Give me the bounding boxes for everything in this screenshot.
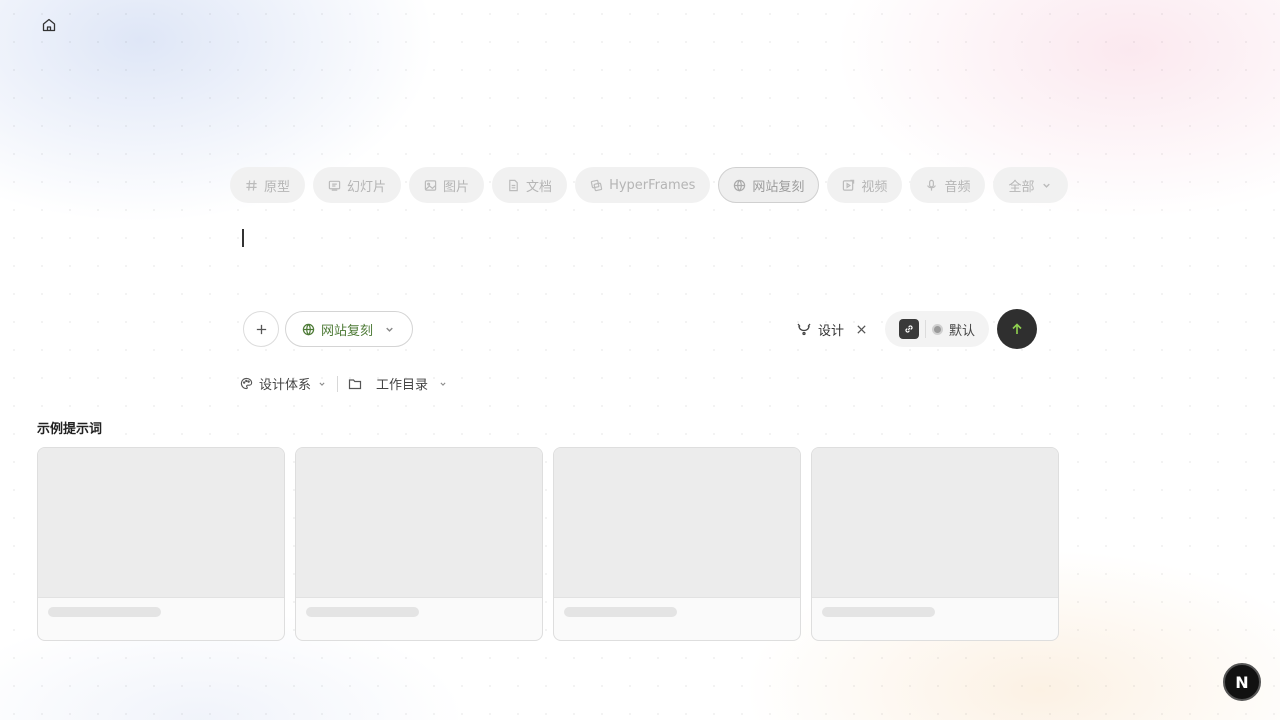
mode-select-button[interactable]: 网站复刻 <box>285 311 414 347</box>
card-text-placeholder <box>822 607 935 617</box>
chip-label: 音频 <box>944 179 971 195</box>
chevron-down-icon <box>1043 183 1051 188</box>
card-text-placeholder <box>564 607 677 617</box>
composer-toolbar-left: 网站复刻 <box>243 311 414 347</box>
chip-label: 幻灯片 <box>347 179 387 195</box>
image-icon <box>424 179 437 191</box>
composer-meta-row: 设计体系 工作目录 <box>240 374 448 393</box>
plus-icon <box>256 324 266 334</box>
example-card[interactable] <box>295 447 543 641</box>
link-badge <box>898 319 919 339</box>
arrow-up-icon <box>1012 323 1022 334</box>
chip-hyperframes[interactable]: HyperFrames <box>575 167 711 203</box>
model-status-dot <box>931 323 943 335</box>
palette-icon <box>240 377 253 390</box>
composer-toolbar-right: 设计 默认 <box>796 309 1037 349</box>
floating-n-button[interactable]: N <box>1223 663 1261 701</box>
card-text-placeholder <box>306 607 419 617</box>
card-thumbnail-placeholder <box>38 448 284 598</box>
card-thumbnail-placeholder <box>812 448 1058 598</box>
example-card[interactable] <box>811 447 1059 641</box>
chevron-down-icon <box>440 382 446 386</box>
chip-video[interactable]: 视频 <box>827 167 903 203</box>
design-system-label: 设计体系 <box>259 378 312 393</box>
globe-icon <box>734 179 746 191</box>
chip-audio[interactable]: 音频 <box>910 167 986 203</box>
workdir-label: 工作目录 <box>376 378 429 393</box>
close-icon <box>857 324 866 334</box>
chip-website-clone[interactable]: 网站复刻 <box>718 167 820 203</box>
add-attachment-button[interactable] <box>243 311 279 347</box>
mode-label: 网站复刻 <box>321 323 374 339</box>
example-card[interactable] <box>37 447 285 641</box>
chip-label: 原型 <box>264 179 291 195</box>
link-icon <box>905 325 913 333</box>
divider <box>337 375 339 392</box>
chip-document[interactable]: 文档 <box>492 167 568 203</box>
card-text-placeholder <box>48 607 161 617</box>
chip-label: 全部 <box>1008 179 1035 195</box>
mic-icon <box>927 179 937 191</box>
examples-title: 示例提示词 <box>37 422 103 437</box>
design-icon <box>797 323 811 336</box>
example-card[interactable] <box>553 447 801 641</box>
chip-label: 文档 <box>526 179 553 195</box>
chevron-down-icon <box>319 382 325 386</box>
remove-design-button[interactable] <box>856 324 867 335</box>
chevron-down-icon <box>386 327 393 332</box>
home-button[interactable] <box>38 14 60 36</box>
home-icon <box>42 18 56 32</box>
video-icon <box>843 179 855 191</box>
folder-icon <box>348 378 362 389</box>
category-chips: 原型 幻灯片 图片 文档 HyperFrames 网站复刻 视频 音频 全部 <box>230 167 1069 203</box>
divider <box>924 320 926 338</box>
globe-icon <box>302 323 315 335</box>
hyperframes-icon <box>590 179 603 191</box>
design-label: 设计 <box>817 323 844 339</box>
example-cards <box>37 447 1059 641</box>
model-label: 默认 <box>948 323 975 339</box>
chip-label: 视频 <box>861 179 888 195</box>
prompt-input-caret[interactable] <box>242 229 244 247</box>
hash-icon <box>246 179 257 191</box>
design-tag[interactable]: 设计 <box>796 320 867 339</box>
chip-prototype[interactable]: 原型 <box>230 167 306 203</box>
model-select-button[interactable]: 默认 <box>884 311 989 347</box>
chip-label: HyperFrames <box>609 177 696 193</box>
slides-icon <box>328 180 341 191</box>
design-system-select[interactable]: 设计体系 <box>240 374 327 393</box>
chip-all[interactable]: 全部 <box>993 167 1069 203</box>
workdir-select[interactable]: 工作目录 <box>348 374 448 393</box>
chip-label: 图片 <box>443 179 470 195</box>
card-thumbnail-placeholder <box>296 448 542 598</box>
chip-label: 网站复刻 <box>752 179 805 195</box>
chip-image[interactable]: 图片 <box>409 167 485 203</box>
send-button[interactable] <box>997 309 1037 349</box>
chip-slides[interactable]: 幻灯片 <box>313 167 402 203</box>
document-icon <box>509 179 518 191</box>
card-thumbnail-placeholder <box>554 448 800 598</box>
